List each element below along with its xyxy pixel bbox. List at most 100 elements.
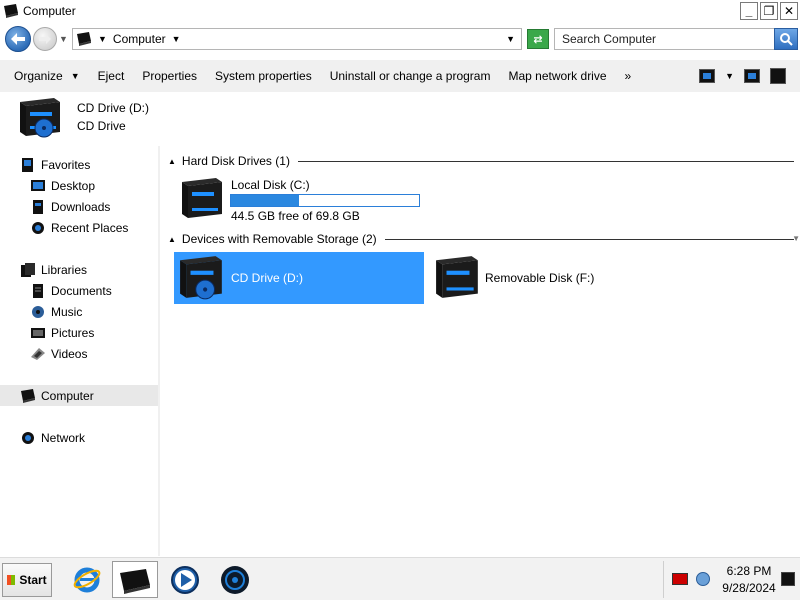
restore-button[interactable]: ❐ (760, 2, 778, 20)
properties-button[interactable]: Properties (133, 60, 206, 92)
internet-explorer-icon (73, 567, 101, 592)
nav-music[interactable]: Music (0, 301, 158, 322)
group-title: Devices with Removable Storage (2) (181, 232, 377, 246)
nav-favorites[interactable]: Favorites (0, 154, 158, 175)
nav-recent-places[interactable]: Recent Places (0, 217, 158, 238)
search-box[interactable] (554, 28, 798, 50)
breadcrumb-arrow-icon[interactable]: ▼ (98, 34, 107, 44)
computer-icon (21, 388, 35, 403)
drive-name: CD Drive (D:) (231, 271, 303, 285)
group-divider (297, 160, 794, 162)
selected-item-type: CD Drive (77, 119, 126, 133)
start-label: Start (19, 573, 47, 587)
navigation-pane: Favorites Desktop Downloads Recent Place… (0, 146, 158, 556)
nav-label: Downloads (51, 199, 111, 214)
nav-label: Network (41, 430, 86, 445)
drive-free-space: 44.5 GB free of 69.8 GB (231, 209, 360, 223)
address-history-dropdown[interactable]: ▼ (506, 34, 515, 44)
more-commands-button[interactable]: » (616, 60, 641, 92)
back-arrow-icon (11, 33, 25, 45)
address-row: ▼ ▼ Computer ▼ ▼ ⇄ (0, 24, 800, 56)
hard-drive-icon (182, 178, 222, 218)
preview-pane-icon[interactable] (744, 69, 760, 83)
nav-network[interactable]: Network (0, 427, 158, 448)
nav-label: Documents (51, 283, 112, 298)
group-header-removable[interactable]: ▲ Devices with Removable Storage (2) (168, 230, 794, 248)
show-desktop-icon[interactable] (781, 572, 795, 586)
network-icon (22, 431, 34, 444)
nav-libraries[interactable]: Libraries (0, 259, 158, 280)
selected-item-name: CD Drive (D:) (77, 101, 149, 115)
title-bar: Computer _ ❐ ✕ (0, 0, 800, 22)
view-controls: ▼ (699, 68, 786, 84)
scroll-indicator-icon: ▼ (792, 234, 800, 243)
drive-name: Removable Disk (F:) (485, 271, 595, 285)
nav-computer[interactable]: Computer (0, 385, 158, 406)
computer-icon (77, 32, 91, 46)
media-player-icon (171, 565, 199, 594)
clock-time[interactable]: 6:28 PM (724, 564, 774, 578)
removable-disk-icon (436, 256, 478, 298)
drive-item-f[interactable]: Removable Disk (F:) (430, 252, 670, 304)
nav-pictures[interactable]: Pictures (0, 322, 158, 343)
drive-item-d-selected[interactable]: CD Drive (D:) (174, 252, 424, 304)
group-divider (384, 238, 794, 240)
tray-volume-icon[interactable] (696, 572, 710, 586)
minimize-button[interactable]: _ (740, 2, 758, 20)
system-properties-button[interactable]: System properties (206, 60, 321, 92)
forward-arrow-icon (39, 34, 51, 44)
tray-flag-icon[interactable] (672, 573, 688, 585)
back-button[interactable] (5, 26, 31, 52)
search-button[interactable] (774, 28, 798, 50)
address-bar[interactable]: ▼ Computer ▼ ▼ (72, 28, 522, 50)
nav-videos[interactable]: Videos (0, 343, 158, 364)
nav-desktop[interactable]: Desktop (0, 175, 158, 196)
uninstall-program-button[interactable]: Uninstall or change a program (321, 60, 500, 92)
taskbar-app-globe[interactable] (212, 561, 258, 598)
eject-button[interactable]: Eject (89, 60, 134, 92)
view-options-dropdown[interactable]: ▼ (725, 71, 734, 81)
refresh-button[interactable]: ⇄ (527, 29, 549, 49)
search-input[interactable] (562, 32, 772, 46)
organize-label: Organize (14, 69, 63, 83)
nav-label: Computer (41, 388, 94, 403)
breadcrumb-dropdown-icon[interactable]: ▼ (172, 34, 181, 44)
drive-item-c[interactable]: Local Disk (C:) 44.5 GB free of 69.8 GB (176, 174, 436, 224)
documents-icon (33, 283, 43, 298)
group-header-hard-disks[interactable]: ▲ Hard Disk Drives (1) (168, 152, 794, 170)
windows-logo-icon (7, 575, 16, 585)
desktop-icon (31, 179, 45, 191)
help-icon[interactable] (770, 68, 786, 84)
taskbar-media-player[interactable] (162, 561, 208, 598)
collapse-arrow-icon[interactable]: ▲ (168, 157, 176, 166)
pane-splitter[interactable] (158, 146, 160, 556)
downloads-icon (33, 199, 43, 214)
cd-drive-icon (20, 98, 60, 138)
change-view-icon[interactable] (699, 69, 716, 83)
start-button[interactable]: Start (2, 563, 52, 597)
window-title: Computer (23, 4, 76, 18)
details-header: CD Drive (D:) CD Drive (0, 94, 800, 142)
taskbar-internet-explorer[interactable] (64, 561, 110, 598)
drive-usage-bar (230, 194, 420, 207)
nav-documents[interactable]: Documents (0, 280, 158, 301)
clock-date[interactable]: 9/28/2024 (716, 581, 782, 595)
organize-button[interactable]: Organize ▼ (0, 60, 89, 92)
forward-button[interactable] (33, 27, 57, 51)
nav-label: Libraries (41, 262, 88, 277)
music-icon (32, 305, 44, 318)
command-bar: Organize ▼ Eject Properties System prope… (0, 60, 800, 92)
drive-name: Local Disk (C:) (231, 178, 310, 192)
nav-downloads[interactable]: Downloads (0, 196, 158, 217)
chevron-down-icon: ▼ (70, 71, 80, 81)
cd-drive-icon (180, 256, 222, 300)
breadcrumb-computer[interactable]: Computer (113, 32, 166, 46)
nav-label: Music (51, 304, 83, 319)
close-button[interactable]: ✕ (780, 2, 798, 20)
taskbar-explorer[interactable] (112, 561, 158, 598)
drive-usage-fill (231, 195, 300, 206)
map-network-drive-button[interactable]: Map network drive (499, 60, 615, 92)
collapse-arrow-icon[interactable]: ▲ (168, 235, 176, 244)
content-pane: ▲ Hard Disk Drives (1) Local Disk (C:) 4… (162, 146, 800, 556)
recent-pages-dropdown[interactable]: ▼ (59, 34, 68, 44)
